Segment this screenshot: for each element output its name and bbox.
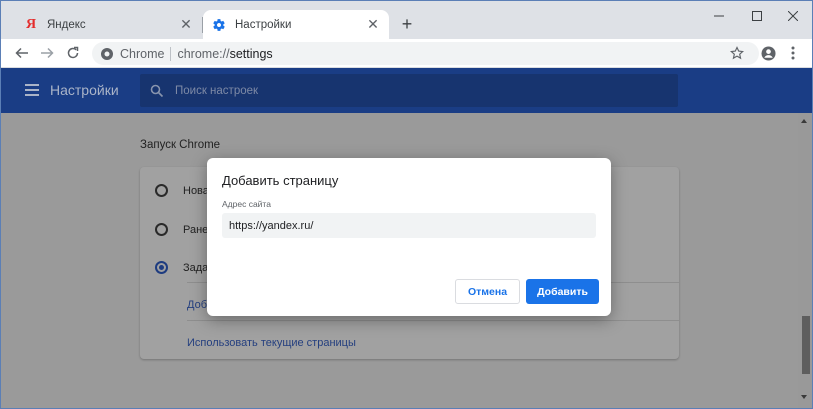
site-address-label: Адрес сайта	[222, 199, 271, 209]
dialog-title: Добавить страницу	[222, 173, 339, 188]
settings-title: Настройки	[50, 82, 119, 98]
forward-arrow-icon[interactable]	[37, 43, 57, 63]
url-scheme: chrome://	[177, 46, 230, 61]
profile-avatar-icon[interactable]	[758, 43, 778, 63]
tab-yandex[interactable]: Я Яндекс ✕	[9, 10, 202, 39]
radio-specific-pages[interactable]	[155, 261, 168, 274]
yandex-icon: Я	[25, 16, 37, 32]
menu-dots-icon[interactable]	[783, 43, 803, 63]
close-icon[interactable]	[773, 1, 812, 31]
use-current-pages-link[interactable]: Использовать текущие страницы	[187, 337, 356, 349]
tab-close-icon[interactable]: ✕	[365, 16, 381, 33]
reload-icon[interactable]	[63, 43, 83, 63]
section-title: Запуск Chrome	[140, 139, 221, 151]
add-page-link[interactable]: Доб	[187, 299, 207, 311]
browser-toolbar: Chrome chrome:// settings	[1, 39, 812, 68]
scroll-down-icon[interactable]	[801, 395, 807, 399]
settings-gear-icon	[211, 17, 227, 33]
search-icon	[150, 84, 164, 97]
add-page-dialog: Добавить страницу Адрес сайта Отмена Доб…	[207, 158, 611, 316]
site-chip: Chrome	[120, 46, 165, 61]
settings-header: Настройки Поиск настроек	[1, 68, 812, 113]
new-tab-icon[interactable]: +	[398, 15, 416, 33]
cancel-button[interactable]: Отмена	[455, 279, 520, 304]
radio-new-tab[interactable]	[155, 184, 168, 197]
bookmark-star-icon[interactable]	[727, 43, 747, 63]
scrollbar-thumb[interactable]	[802, 316, 810, 374]
tab-close-icon[interactable]: ✕	[178, 16, 194, 33]
radio-restore[interactable]	[155, 223, 168, 236]
settings-search[interactable]: Поиск настроек	[140, 74, 678, 107]
back-arrow-icon[interactable]	[12, 43, 32, 63]
minimize-icon[interactable]	[699, 1, 739, 31]
option-label: Нова	[183, 185, 209, 197]
tab-title: Яндекс	[47, 18, 86, 31]
option-label: Ране	[183, 224, 209, 236]
tab-settings[interactable]: Настройки ✕	[203, 10, 389, 39]
chrome-logo-icon	[101, 47, 113, 60]
add-button[interactable]: Добавить	[526, 279, 599, 304]
hamburger-menu-icon[interactable]	[25, 84, 39, 96]
divider	[187, 320, 679, 321]
tab-strip: Я Яндекс ✕ Настройки ✕ +	[1, 1, 812, 39]
site-address-input[interactable]	[222, 213, 596, 238]
search-placeholder: Поиск настроек	[175, 84, 259, 97]
option-label: Зада	[183, 262, 209, 274]
url-path: settings	[229, 46, 273, 61]
omnibox-divider	[170, 46, 172, 61]
omnibox[interactable]: Chrome chrome:// settings	[92, 42, 759, 65]
maximize-icon[interactable]	[737, 1, 777, 31]
scroll-up-icon[interactable]	[801, 119, 807, 123]
tab-title: Настройки	[235, 18, 292, 31]
browser-window: Я Яндекс ✕ Настройки ✕ + Chrome chrome:/…	[0, 0, 813, 409]
